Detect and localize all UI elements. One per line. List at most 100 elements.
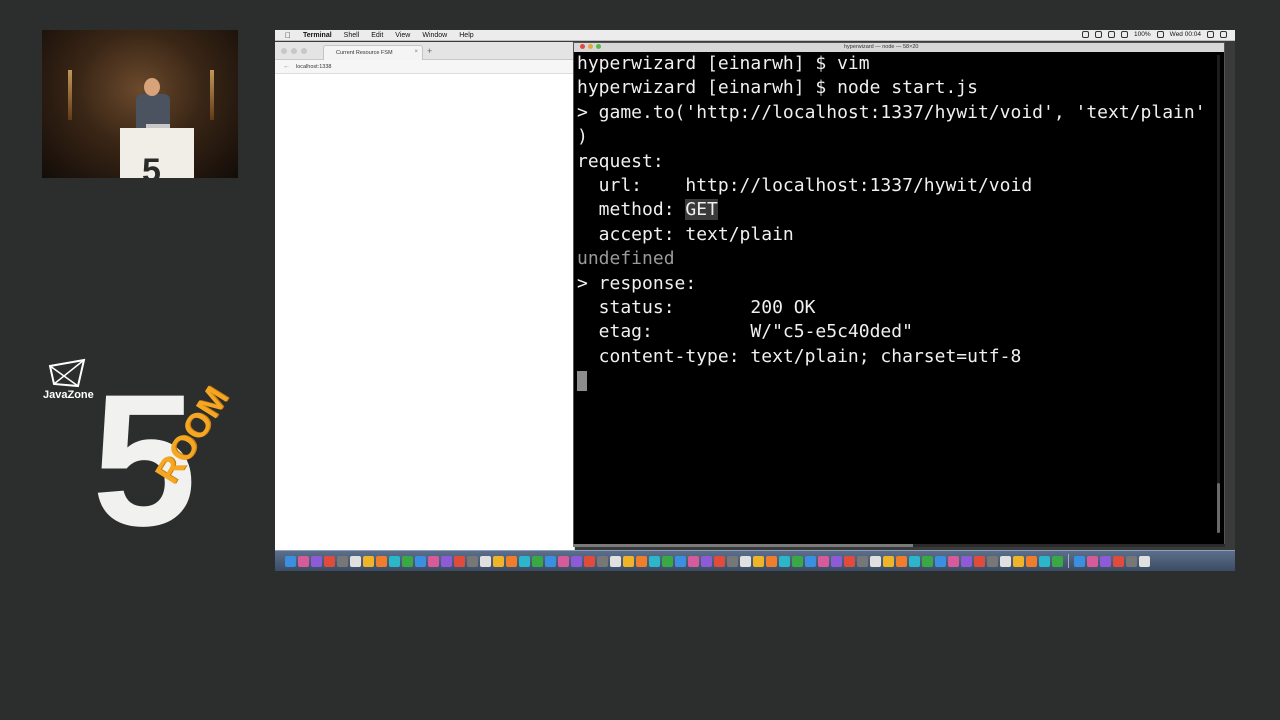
dock-app-icon[interactable]	[480, 555, 491, 567]
dock-app-icon[interactable]	[792, 555, 803, 567]
dock-app-icon[interactable]	[662, 555, 673, 567]
dock-app-icon[interactable]	[1113, 555, 1124, 567]
dock-app-icon[interactable]	[844, 555, 855, 567]
dock-app-icon[interactable]	[883, 555, 894, 567]
dock-app-icon[interactable]	[545, 555, 556, 567]
terminal-prompt-line[interactable]	[577, 369, 1217, 393]
dock-app-icon[interactable]	[727, 555, 738, 567]
battery-icon[interactable]	[1156, 31, 1164, 38]
dock-app-icon[interactable]	[701, 555, 712, 567]
browser-tab-current-resource[interactable]: Current Resource FSM ×	[323, 45, 423, 60]
dock-app-icon[interactable]	[1100, 555, 1111, 567]
dock-app-icon[interactable]	[987, 555, 998, 567]
dock-app-icon[interactable]	[753, 555, 764, 567]
menu-edit[interactable]: Edit	[371, 32, 383, 39]
close-tab-icon[interactable]: ×	[414, 49, 418, 55]
apple-menu-icon[interactable]: 	[285, 31, 291, 40]
dock-app-icon[interactable]	[363, 555, 374, 567]
dock-app-icon[interactable]	[1013, 555, 1024, 567]
dock-app-icon[interactable]	[571, 555, 582, 567]
browser-address-bar[interactable]: ← localhost:1338	[275, 60, 574, 74]
terminal-horizontal-scrollbar[interactable]	[573, 544, 1225, 547]
dock-app-icon[interactable]	[441, 555, 452, 567]
minimize-window-button[interactable]	[291, 48, 297, 54]
dock-app-icon[interactable]	[1026, 555, 1037, 567]
volume-icon[interactable]	[1121, 31, 1129, 38]
dock-app-icon[interactable]	[298, 555, 309, 567]
dock-app-icon[interactable]	[311, 555, 322, 567]
dock-app-icon[interactable]	[415, 555, 426, 567]
dock-app-icon[interactable]	[285, 555, 296, 567]
dock-app-icon[interactable]	[402, 555, 413, 567]
dock-app-icon[interactable]	[714, 555, 725, 567]
wifi-icon[interactable]	[1108, 31, 1116, 38]
dock-app-icon[interactable]	[597, 555, 608, 567]
dock-app-icon[interactable]	[896, 555, 907, 567]
dock-app-icon[interactable]	[376, 555, 387, 567]
menu-terminal[interactable]: Terminal	[303, 32, 332, 39]
dock-app-icon[interactable]	[532, 555, 543, 567]
dock-app-icon[interactable]	[1000, 555, 1011, 567]
dock-app-icon[interactable]	[337, 555, 348, 567]
dock-app-icon[interactable]	[831, 555, 842, 567]
close-terminal-button[interactable]	[580, 44, 585, 49]
dock-app-icon[interactable]	[324, 555, 335, 567]
dock-app-icon[interactable]	[1074, 555, 1085, 567]
minimize-terminal-button[interactable]	[588, 44, 593, 49]
dock-app-icon[interactable]	[961, 555, 972, 567]
notification-center-icon[interactable]	[1220, 31, 1227, 38]
dock-app-icon[interactable]	[389, 555, 400, 567]
dock-app-icon[interactable]	[818, 555, 829, 567]
dock-app-icon[interactable]	[922, 555, 933, 567]
dock-app-icon[interactable]	[350, 555, 361, 567]
menu-shell[interactable]: Shell	[344, 32, 360, 39]
dock-app-icon[interactable]	[584, 555, 595, 567]
dock-app-icon[interactable]	[558, 555, 569, 567]
status-icon[interactable]	[1095, 31, 1103, 38]
dock-app-icon[interactable]	[870, 555, 881, 567]
terminal-vertical-scrollbar[interactable]	[1217, 55, 1220, 533]
battery-status[interactable]: 100%	[1134, 31, 1151, 38]
zoom-terminal-button[interactable]	[596, 44, 601, 49]
status-icon[interactable]	[1082, 31, 1090, 38]
dock-app-icon[interactable]	[1126, 555, 1137, 567]
dock-app-icon[interactable]	[506, 555, 517, 567]
dock-app-icon[interactable]	[688, 555, 699, 567]
dock-app-icon[interactable]	[766, 555, 777, 567]
new-tab-button[interactable]: +	[427, 46, 432, 56]
dock-app-icon[interactable]	[1039, 555, 1050, 567]
menu-help[interactable]: Help	[459, 32, 473, 39]
dock-app-icon[interactable]	[610, 555, 621, 567]
dock-app-icon[interactable]	[467, 555, 478, 567]
browser-url[interactable]: localhost:1338	[296, 64, 331, 70]
terminal-output[interactable]: hyperwizard [einarwh] $ vim hyperwizard […	[577, 52, 1217, 394]
dock-app-icon[interactable]	[454, 555, 465, 567]
dock-app-icon[interactable]	[779, 555, 790, 567]
back-arrow-icon[interactable]: ←	[283, 63, 290, 70]
spotlight-search-icon[interactable]	[1207, 31, 1214, 38]
menu-window[interactable]: Window	[422, 32, 447, 39]
terminal-window[interactable]: hyperwizard — node — 58×20 hyperwizard […	[573, 42, 1225, 545]
dock-app-icon[interactable]	[909, 555, 920, 567]
dock-app-icon[interactable]	[675, 555, 686, 567]
dock-app-icon[interactable]	[636, 555, 647, 567]
dock-app-icon[interactable]	[623, 555, 634, 567]
dock-app-icon[interactable]	[1052, 555, 1063, 567]
dock-app-icon[interactable]	[1087, 555, 1098, 567]
close-window-button[interactable]	[281, 48, 287, 54]
dock-app-icon[interactable]	[1139, 555, 1150, 567]
menubar-clock[interactable]: Wed 00:04	[1170, 31, 1201, 38]
dock-app-icon[interactable]	[935, 555, 946, 567]
scrollbar-thumb[interactable]	[573, 544, 913, 547]
dock-app-icon[interactable]	[805, 555, 816, 567]
scrollbar-thumb[interactable]	[1217, 483, 1220, 533]
dock-app-icon[interactable]	[519, 555, 530, 567]
dock-app-icon[interactable]	[857, 555, 868, 567]
zoom-window-button[interactable]	[301, 48, 307, 54]
dock-app-icon[interactable]	[649, 555, 660, 567]
dock-app-icon[interactable]	[428, 555, 439, 567]
dock-app-icon[interactable]	[948, 555, 959, 567]
dock-app-icon[interactable]	[493, 555, 504, 567]
dock-app-icon[interactable]	[974, 555, 985, 567]
menu-view[interactable]: View	[395, 32, 410, 39]
